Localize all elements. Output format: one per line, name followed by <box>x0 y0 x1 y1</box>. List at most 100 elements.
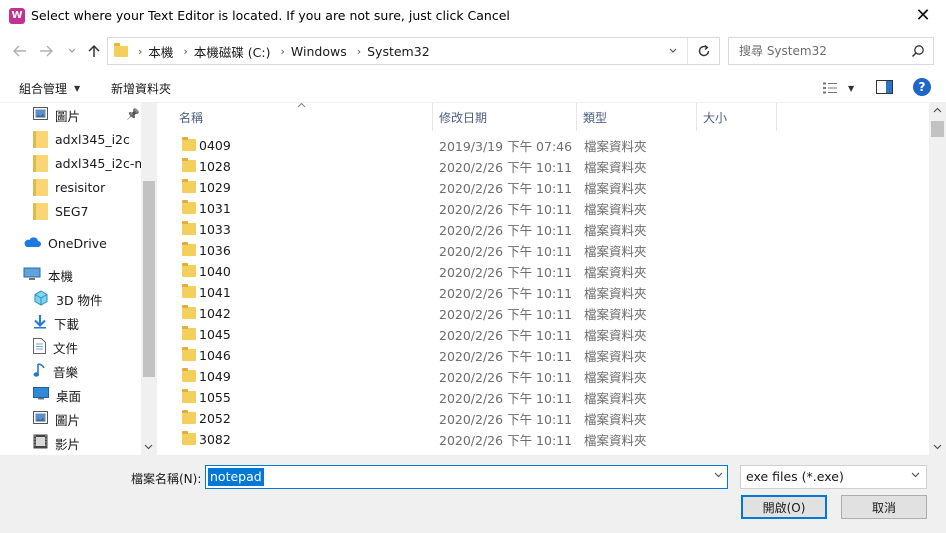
help-icon[interactable]: ? <box>913 78 931 96</box>
open-button[interactable]: 開啟(O) <box>741 495 827 519</box>
sidebar-item[interactable]: OneDrive <box>0 232 141 254</box>
chevron-down-icon[interactable] <box>911 470 920 481</box>
nav-scrollbar[interactable] <box>141 103 157 455</box>
organize-button[interactable]: 組合管理 ▼ <box>19 79 80 97</box>
folder-icon <box>182 221 196 235</box>
computer-icon <box>23 267 41 284</box>
breadcrumb-local-disk[interactable]: 本機磁碟 (C:) <box>194 42 271 61</box>
sidebar-item[interactable]: 影片 <box>0 432 141 454</box>
nav-scroll-thumb[interactable] <box>143 181 155 377</box>
sidebar-item[interactable]: adxl345_i2c-ma <box>0 152 141 174</box>
column-header-date[interactable]: 修改日期 <box>433 103 577 131</box>
chevron-up-icon[interactable] <box>933 106 942 116</box>
file-date: 2020/2/26 下午 10:11 <box>439 202 573 217</box>
file-date: 2020/2/26 下午 10:11 <box>439 265 573 280</box>
file-row[interactable]: 1042 2020/2/26 下午 10:11 檔案資料夾 <box>157 303 929 324</box>
file-row[interactable]: 3082 2020/2/26 下午 10:11 檔案資料夾 <box>157 429 929 450</box>
file-name: 1041 <box>199 285 231 300</box>
sidebar-item[interactable]: resisitor <box>0 176 141 198</box>
folder-icon <box>182 158 196 172</box>
sidebar-item[interactable]: 文件 <box>0 336 141 358</box>
chevron-right-icon: › <box>280 44 285 58</box>
file-type: 檔案資料夾 <box>584 412 647 427</box>
sidebar-item-label: 音樂 <box>53 364 79 380</box>
file-type: 檔案資料夾 <box>584 370 647 385</box>
file-row[interactable]: 1036 2020/2/26 下午 10:11 檔案資料夾 <box>157 240 929 261</box>
folder-icon <box>182 410 196 424</box>
filename-combobox[interactable]: notepad <box>205 465 728 489</box>
breadcrumb-this-pc[interactable]: 本機 <box>148 42 173 61</box>
file-type: 檔案資料夾 <box>584 160 647 175</box>
chevron-down-icon[interactable] <box>714 470 723 481</box>
file-name: 1046 <box>199 348 231 363</box>
file-row[interactable]: 2052 2020/2/26 下午 10:11 檔案資料夾 <box>157 408 929 429</box>
change-view-button[interactable]: ▼ <box>822 78 860 98</box>
cancel-button[interactable]: 取消 <box>841 495 927 519</box>
address-bar[interactable]: › 本機 › 本機磁碟 (C:) › Windows › System32 <box>107 37 720 65</box>
chevron-right-icon: › <box>138 44 143 58</box>
sidebar-item[interactable]: 下載 <box>0 312 141 334</box>
sidebar-item-label: 影片 <box>55 436 81 452</box>
file-row[interactable]: 1041 2020/2/26 下午 10:11 檔案資料夾 <box>157 282 929 303</box>
chevron-down-icon[interactable] <box>933 443 942 453</box>
file-row[interactable]: 1046 2020/2/26 下午 10:11 檔案資料夾 <box>157 345 929 366</box>
address-dropdown-icon[interactable] <box>663 38 683 64</box>
file-row[interactable]: 1029 2020/2/26 下午 10:11 檔案資料夾 <box>157 177 929 198</box>
chevron-down-icon[interactable] <box>144 443 153 453</box>
up-arrow-icon[interactable] <box>84 41 104 61</box>
file-name: 1055 <box>199 390 231 405</box>
preview-pane-icon[interactable] <box>876 80 893 94</box>
file-type: 檔案資料夾 <box>584 181 647 196</box>
file-list-scroll-thumb[interactable] <box>931 121 944 137</box>
search-box[interactable] <box>728 37 934 65</box>
sidebar-item[interactable]: SEG7 <box>0 200 141 222</box>
sidebar-item[interactable]: 圖片 <box>0 408 141 430</box>
file-date: 2020/2/26 下午 10:11 <box>439 370 573 385</box>
sidebar-item[interactable]: 圖片 📌 <box>0 104 141 126</box>
back-arrow-icon[interactable] <box>10 41 30 61</box>
file-row[interactable]: 1055 2020/2/26 下午 10:11 檔案資料夾 <box>157 387 929 408</box>
navigation-row: › 本機 › 本機磁碟 (C:) › Windows › System32 <box>0 35 946 67</box>
video-icon <box>33 434 48 452</box>
filetype-select[interactable]: exe files (*.exe) <box>740 465 927 489</box>
filename-label: 檔案名稱(N): <box>131 472 202 486</box>
forward-arrow-icon[interactable] <box>36 41 56 61</box>
file-row[interactable]: 1028 2020/2/26 下午 10:11 檔案資料夾 <box>157 156 929 177</box>
breadcrumb-system32[interactable]: System32 <box>367 44 430 59</box>
file-name: 0409 <box>199 138 231 153</box>
filename-input[interactable]: notepad <box>208 468 264 486</box>
column-header-row: 名稱 修改日期 類型 大小 <box>157 103 929 131</box>
recent-locations-chevron-icon[interactable] <box>62 41 82 61</box>
chevron-right-icon: › <box>356 44 362 58</box>
folder-icon <box>182 347 196 361</box>
file-row[interactable]: 1031 2020/2/26 下午 10:11 檔案資料夾 <box>157 198 929 219</box>
refresh-icon[interactable] <box>687 38 719 64</box>
sidebar-item[interactable]: 本機 <box>0 264 141 286</box>
column-header-size[interactable]: 大小 <box>697 103 777 131</box>
file-type: 檔案資料夾 <box>584 328 647 343</box>
sidebar-item[interactable]: 桌面 <box>0 384 141 406</box>
file-name: 1045 <box>199 327 231 342</box>
file-row[interactable]: 1049 2020/2/26 下午 10:11 檔案資料夾 <box>157 366 929 387</box>
folder-icon <box>33 178 48 196</box>
close-button[interactable]: ✕ <box>900 0 946 31</box>
file-row[interactable]: 1040 2020/2/26 下午 10:11 檔案資料夾 <box>157 261 929 282</box>
column-header-type[interactable]: 類型 <box>577 103 697 131</box>
file-date: 2020/2/26 下午 10:11 <box>439 286 573 301</box>
file-list-scrollbar[interactable] <box>929 103 946 455</box>
app-icon: W <box>9 7 25 24</box>
breadcrumb-windows[interactable]: Windows <box>291 44 347 59</box>
new-folder-button[interactable]: 新增資料夾 <box>111 79 171 97</box>
sidebar-item[interactable]: adxl345_i2c <box>0 128 141 150</box>
pin-icon[interactable]: 📌 <box>126 108 140 121</box>
file-row[interactable]: 0409 2019/3/19 下午 07:46 檔案資料夾 <box>157 135 929 156</box>
file-row[interactable]: 1045 2020/2/26 下午 10:11 檔案資料夾 <box>157 324 929 345</box>
sidebar-item[interactable]: 音樂 <box>0 360 141 382</box>
caret-down-icon: ▼ <box>74 83 81 93</box>
search-input[interactable] <box>739 39 909 63</box>
sidebar-item-label: 圖片 <box>55 108 81 124</box>
search-icon[interactable] <box>911 44 925 58</box>
sidebar-item[interactable]: 3D 物件 <box>0 288 141 310</box>
file-date: 2020/2/26 下午 10:11 <box>439 412 573 427</box>
file-row[interactable]: 1033 2020/2/26 下午 10:11 檔案資料夾 <box>157 219 929 240</box>
